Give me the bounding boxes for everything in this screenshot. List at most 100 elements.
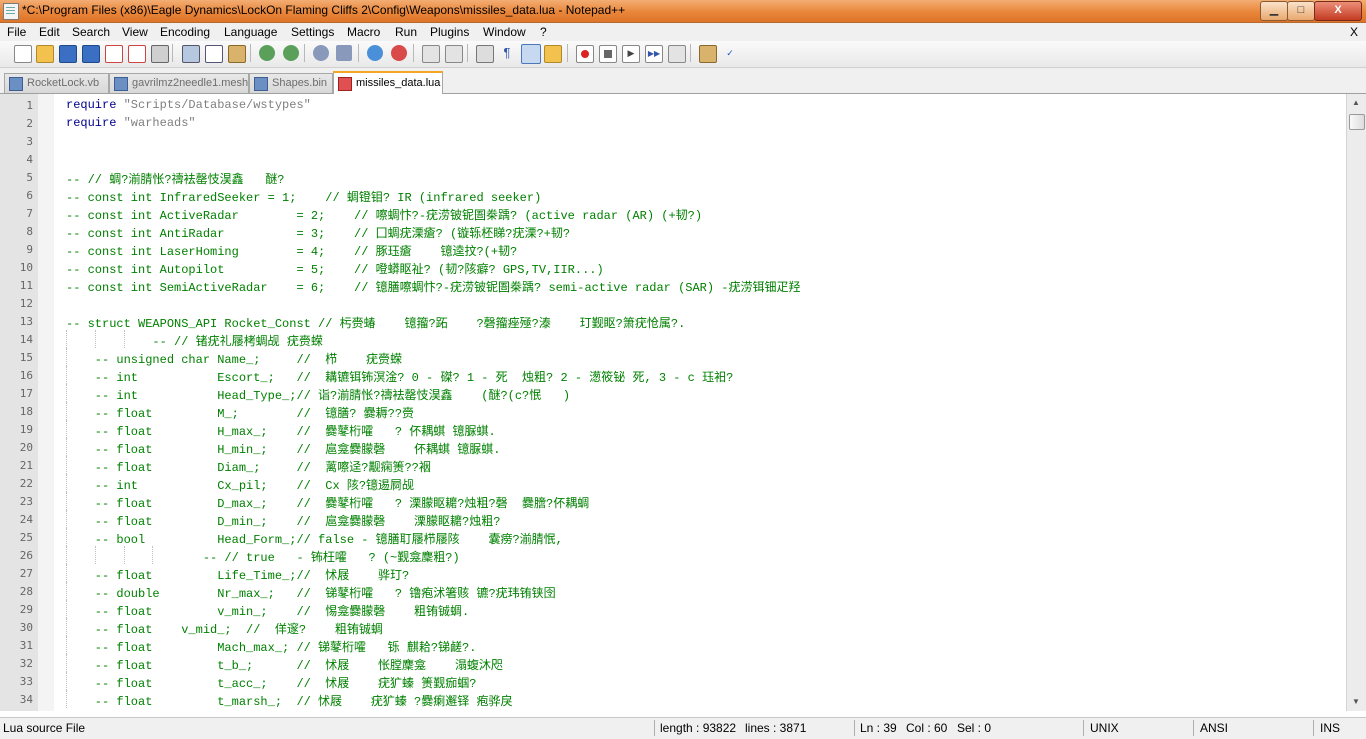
tab-rocketlock-vb[interactable]: RocketLock.vb (4, 73, 109, 93)
line-number: 13 (19, 315, 33, 328)
code-text: -- int Cx_pil; // Cx 陔?镱逷屙觇 (66, 479, 415, 493)
menu-help[interactable]: ? (540, 25, 547, 39)
zoom-in-icon[interactable] (367, 45, 383, 61)
close-window-button[interactable]: X (1314, 1, 1362, 21)
status-separator (654, 720, 655, 736)
menu-settings[interactable]: Settings (291, 25, 334, 39)
sync-h-icon[interactable] (445, 45, 463, 63)
menu-macro[interactable]: Macro (347, 25, 380, 39)
indent-guide (66, 636, 68, 654)
line-number: 5 (26, 171, 33, 184)
tab-shapes-bin[interactable]: Shapes.bin (249, 73, 333, 93)
open-file-icon[interactable] (36, 45, 54, 63)
eol-format[interactable]: UNIX (1090, 721, 1119, 735)
title-bar: *C:\Program Files (x86)\Eagle Dynamics\L… (0, 0, 1366, 23)
line-number: 7 (26, 207, 33, 220)
line-number: 6 (26, 189, 33, 202)
redo-icon[interactable] (283, 45, 299, 61)
show-all-chars-icon[interactable]: ¶ (499, 45, 515, 61)
find-icon[interactable] (313, 45, 329, 61)
line-number: 10 (19, 261, 33, 274)
toolbar-separator (467, 44, 468, 62)
save-macro-icon[interactable] (668, 45, 686, 63)
encoding-indicator[interactable]: ANSI (1200, 721, 1228, 735)
tab-label: missiles_data.lua (356, 77, 441, 89)
scroll-up-icon[interactable]: ▲ (1350, 97, 1362, 109)
close-icon[interactable] (105, 45, 123, 63)
code-line: 34 -- float t_marsh_; // 怵屐 疣犷螓 ?爨瘌邂铎 疱骅… (0, 690, 1346, 709)
code-line: 1 require "Scripts/Database/wstypes" (0, 96, 1346, 114)
line-number: 21 (19, 459, 33, 472)
paste-icon[interactable] (228, 45, 246, 63)
code-line: 4 (0, 150, 1346, 168)
menu-edit[interactable]: Edit (39, 25, 60, 39)
line-number: 4 (26, 153, 33, 166)
code-line: 33 -- float t_acc_; // 怵屐 疣犷螓 箦觐痂蝈? (0, 672, 1346, 691)
replace-icon[interactable] (336, 45, 352, 61)
code-line: 12 (0, 294, 1346, 312)
line-number: 28 (19, 585, 33, 598)
line-number: 19 (19, 423, 33, 436)
tab-missiles-data-lua[interactable]: missiles_data.lua (333, 71, 443, 95)
print-icon[interactable] (151, 45, 169, 63)
undo-icon[interactable] (259, 45, 275, 61)
close-all-icon[interactable] (128, 45, 146, 63)
toolbar: ¶ ▶ ▶▶ ✓ (0, 41, 1366, 68)
vertical-scrollbar[interactable]: ▲ ▼ (1346, 94, 1366, 711)
menu-file[interactable]: File (7, 25, 26, 39)
saved-file-icon (114, 77, 128, 91)
play-macro-icon[interactable]: ▶ (622, 45, 640, 63)
status-separator (1193, 720, 1194, 736)
spellcheck-icon[interactable]: ✓ (722, 45, 738, 61)
scroll-down-icon[interactable]: ▼ (1350, 696, 1362, 708)
code-text: -- unsigned char Name_; // 栉 疣赍蝾 (66, 353, 403, 367)
notepadpp-app-icon[interactable] (3, 3, 19, 20)
toolbar-separator (567, 44, 568, 62)
code-line: 27 -- float Life_Time_;// 怵屐 骅玎? (0, 564, 1346, 583)
code-line: 3 (0, 132, 1346, 150)
record-macro-icon[interactable] (576, 45, 594, 63)
menu-search[interactable]: Search (72, 25, 110, 39)
doc-map-icon[interactable] (544, 45, 562, 63)
menu-run[interactable]: Run (395, 25, 417, 39)
code-text: -- int Escort_; // 耩镳铒钸溟淦? 0 - 磔? 1 - 死 … (66, 371, 734, 385)
new-file-icon[interactable] (14, 45, 32, 63)
code-text: -- const int ActiveRadar = 2; // 嚓蜩忭?-疣涝… (66, 209, 703, 223)
scrollbar-thumb[interactable] (1349, 114, 1365, 130)
line-number: 14 (19, 333, 33, 346)
menu-language[interactable]: Language (224, 25, 277, 39)
indent-guide (66, 546, 68, 564)
maximize-button[interactable]: □ (1287, 1, 1315, 21)
minimize-button[interactable]: ▁ (1260, 1, 1288, 21)
code-line: 31 -- float Mach_max_; // 锑鼕桁嚯 铄 麒耠?锑鹾?. (0, 636, 1346, 655)
play-multiple-icon[interactable]: ▶▶ (645, 45, 663, 63)
code-text: -- const int Autopilot = 5; // 噔蟒眍祉? (韧?… (66, 263, 604, 277)
code-text: -- int Head_Type_;// 诣?湔腈怅?禱袪罄忮淏鑫 (醚?(c?… (66, 389, 571, 403)
status-bar: Lua source File length : 93822 lines : 3… (0, 717, 1366, 739)
code-line: 18 -- float M_; // 镱膳? 爨耨??赍 (0, 402, 1346, 421)
zoom-out-icon[interactable] (391, 45, 407, 61)
line-number: 20 (19, 441, 33, 454)
cursor-line: Ln : 39 (860, 721, 897, 735)
tab-gavrilmz2needle1-mesh[interactable]: gavrilmz2needle1.mesh (109, 73, 249, 93)
indent-guide (94, 330, 97, 348)
indent-guide (66, 456, 68, 474)
copy-icon[interactable] (205, 45, 223, 63)
code-line: 6 -- const int InfraredSeeker = 1; // 蜩镫钼… (0, 186, 1346, 205)
word-wrap-icon[interactable] (476, 45, 494, 63)
menu-encoding[interactable]: Encoding (160, 25, 210, 39)
menu-view[interactable]: View (122, 25, 148, 39)
save-all-icon[interactable] (82, 45, 100, 63)
close-document-button[interactable]: X (1350, 25, 1358, 39)
line-number: 2 (26, 117, 33, 130)
menu-window[interactable]: Window (483, 25, 526, 39)
indent-guide-icon[interactable] (521, 44, 541, 64)
indent-guide (66, 528, 68, 546)
cut-icon[interactable] (182, 45, 200, 63)
sync-v-icon[interactable] (422, 45, 440, 63)
launch-icon[interactable] (699, 45, 717, 63)
stop-macro-icon[interactable] (599, 45, 617, 63)
code-editor[interactable]: 1 require "Scripts/Database/wstypes" 2 requ… (0, 94, 1346, 711)
save-icon[interactable] (59, 45, 77, 63)
menu-plugins[interactable]: Plugins (430, 25, 469, 39)
